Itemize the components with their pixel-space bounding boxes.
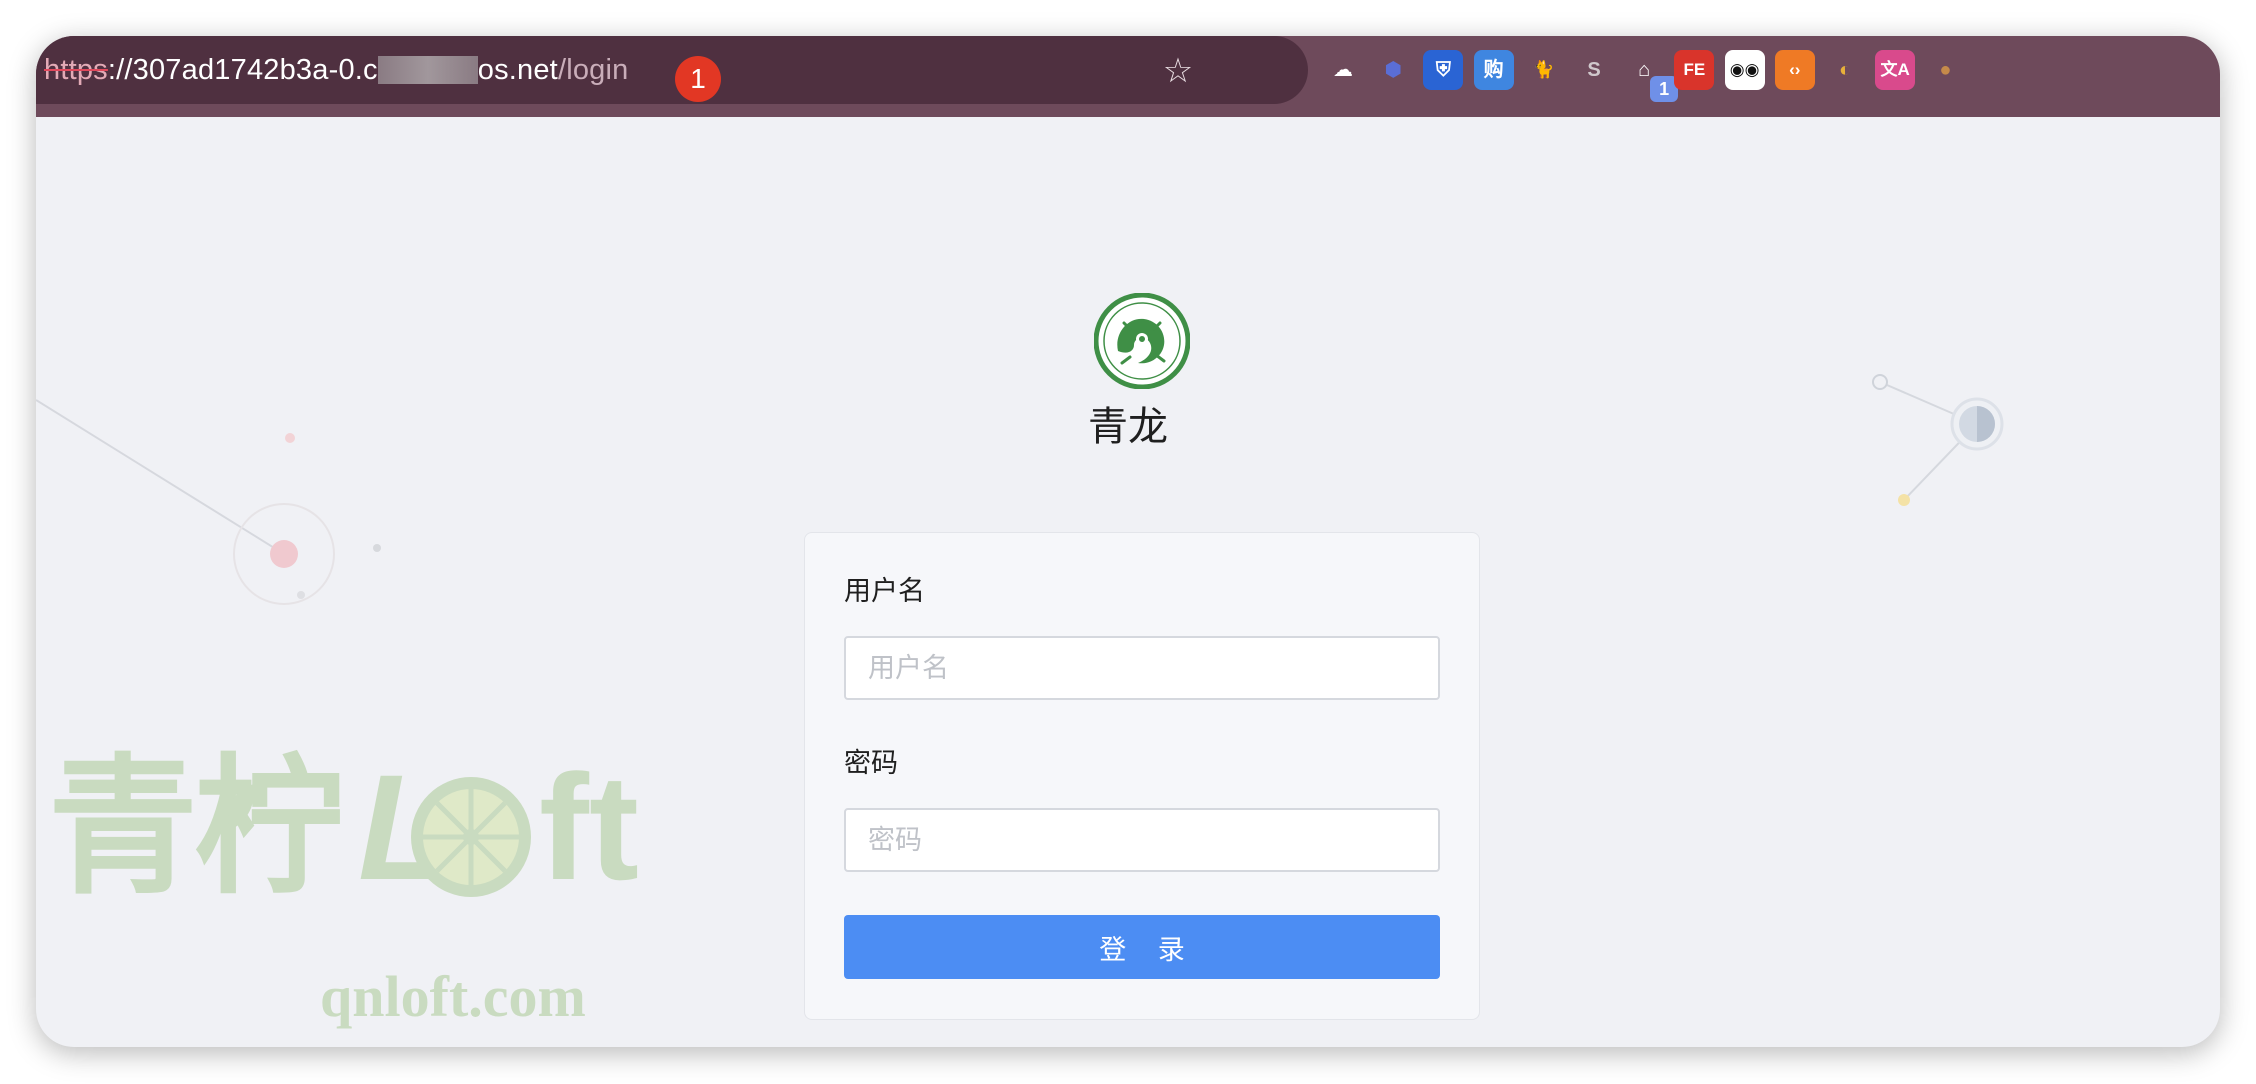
lime-slice-icon <box>411 777 531 897</box>
translate-extension-icon[interactable]: 文A <box>1875 50 1916 90</box>
watermark-domain: qnloft.com <box>320 964 586 1029</box>
network-node-pink <box>270 540 298 568</box>
page-content: 青柠 L ft qnloft.com 青龙 用户名 用户名 密码 登 录 <box>36 117 2220 1047</box>
glasses-extension-icon[interactable]: ◉◉ <box>1724 50 1765 90</box>
url-path: /login <box>557 54 629 86</box>
code-extension-icon[interactable]: ‹› <box>1774 50 1815 90</box>
cube-extension-icon[interactable]: ⬢ <box>1373 50 1413 90</box>
shopping-extension-icon[interactable]: 购 <box>1473 50 1514 90</box>
watermark-ft: ft <box>539 743 639 911</box>
username-input[interactable] <box>844 636 1440 700</box>
url-host-end: os.net <box>477 54 558 86</box>
bitwarden-extension-icon[interactable]: ⛨ <box>1423 50 1464 90</box>
cookie-extension-icon[interactable]: ● <box>1925 50 1965 90</box>
watermark-cn: 青柠 <box>48 743 344 911</box>
url-text[interactable]: https://307ad1742b3a-0.c os.net/login <box>44 52 628 88</box>
s-extension-icon[interactable]: S <box>1574 50 1614 90</box>
notification-badge: 1 <box>675 56 721 102</box>
url-scheme: https <box>44 54 108 86</box>
address-bar[interactable]: 全 https://307ad1742b3a-0.cos.net/login ☆ <box>36 36 1308 104</box>
browser-toolbar: 全 https://307ad1742b3a-0.cos.net/login ☆… <box>36 36 2220 117</box>
cloud-extension-icon[interactable]: ☁ <box>1323 50 1363 90</box>
password-input[interactable] <box>844 808 1440 872</box>
star-icon[interactable]: ☆ <box>1161 54 1195 88</box>
tampermonkey-extension-icon[interactable]: 🐈 <box>1524 50 1564 90</box>
browser-window: 全 https://307ad1742b3a-0.cos.net/login ☆… <box>36 36 2220 1047</box>
qinglong-logo <box>1094 293 1190 389</box>
login-card: 用户名 密码 登 录 <box>804 532 1480 1020</box>
app-title: 青龙 <box>1088 405 1168 449</box>
redacted-url-segment <box>377 56 478 84</box>
username-label: 用户名 <box>844 576 925 606</box>
login-button[interactable]: 登 录 <box>844 915 1440 979</box>
network-dot <box>373 544 381 552</box>
network-node <box>1872 374 1888 390</box>
leaf-icon <box>228 784 255 830</box>
home-extension-icon[interactable]: ⌂ 1 <box>1624 50 1679 102</box>
fe-extension-icon[interactable]: FE <box>1674 50 1715 90</box>
color-picker-extension-icon[interactable]: ◐ <box>1825 50 1865 90</box>
network-dot <box>297 591 305 599</box>
url-host-start: ://307ad1742b3a-0.c <box>107 54 378 86</box>
network-dot-yellow <box>1898 494 1910 506</box>
password-label: 密码 <box>844 748 898 778</box>
